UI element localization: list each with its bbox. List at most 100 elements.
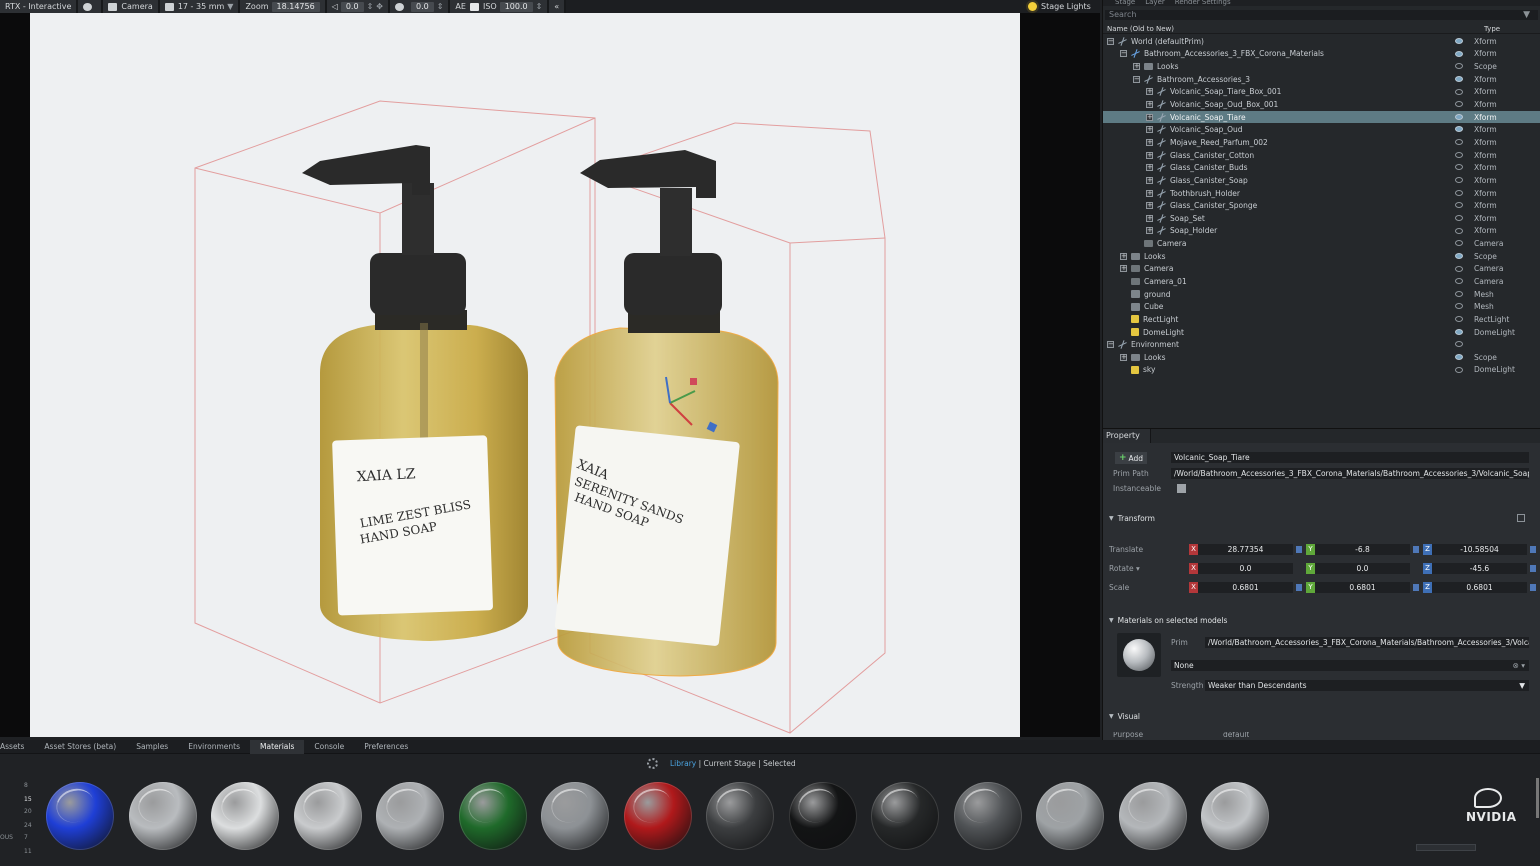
- angle-control[interactable]: ◁ 0.0 ⇕ ✥: [326, 0, 390, 13]
- material-thumbnail[interactable]: [706, 782, 774, 850]
- visibility-eye-icon[interactable]: [1455, 366, 1463, 373]
- filter-icon[interactable]: ▼: [1523, 10, 1530, 20]
- visibility-eye-icon[interactable]: [1455, 177, 1463, 184]
- filter-library[interactable]: Library: [670, 759, 696, 768]
- material-thumbnail[interactable]: [1201, 782, 1269, 850]
- filter-current-stage[interactable]: Current Stage: [704, 759, 756, 768]
- transform-section-header[interactable]: ▼ Transform: [1109, 514, 1155, 523]
- stage-tree-row[interactable]: ground Mesh: [1103, 288, 1540, 301]
- render-canvas[interactable]: XAIA LZ LIME ZEST BLISS HAND SOAP XAIA S…: [30, 13, 1020, 737]
- expand-toggle-icon[interactable]: +: [1120, 265, 1127, 273]
- lens-menu[interactable]: 17 - 35 mm ▼: [159, 0, 241, 13]
- tab-stage[interactable]: Stage: [1115, 0, 1135, 6]
- move-icon[interactable]: ✥: [376, 2, 383, 11]
- stage-tree-row[interactable]: + Glass_Canister_Sponge Xform: [1103, 199, 1540, 212]
- stage-tree-row[interactable]: + Looks Scope: [1103, 250, 1540, 263]
- scale-x-field[interactable]: 0.6801: [1198, 582, 1293, 593]
- tab-assets[interactable]: Assets: [0, 740, 34, 754]
- expand-toggle-icon[interactable]: +: [1146, 227, 1153, 235]
- aperture-control[interactable]: 0.0 ⇕: [389, 0, 451, 13]
- lock-icon[interactable]: [1530, 565, 1536, 572]
- camera-menu[interactable]: Camera: [103, 0, 160, 13]
- zoom-control[interactable]: Zoom 18.14756: [240, 0, 327, 13]
- stage-tree-row[interactable]: − Bathroom_Accessories_3 Xform: [1103, 73, 1540, 86]
- rotate-z-field[interactable]: -45.6: [1432, 563, 1527, 574]
- stepper-icon[interactable]: ⇕: [367, 2, 374, 11]
- stage-tree-row[interactable]: + Volcanic_Soap_Oud_Box_001 Xform: [1103, 98, 1540, 111]
- visibility-eye-icon[interactable]: [1455, 75, 1463, 82]
- visibility-eye-icon[interactable]: [1455, 227, 1463, 234]
- expand-toggle-icon[interactable]: +: [1146, 113, 1153, 121]
- material-thumbnail[interactable]: [541, 782, 609, 850]
- material-thumbnail[interactable]: [788, 782, 857, 850]
- rotate-x-field[interactable]: 0.0: [1198, 563, 1293, 574]
- stage-tree-row[interactable]: − World (defaultPrim) Xform: [1103, 35, 1540, 48]
- visual-section-header[interactable]: ▼ Visual: [1109, 712, 1140, 721]
- expand-toggle-icon[interactable]: +: [1146, 138, 1153, 146]
- tab-render-settings[interactable]: Render Settings: [1175, 0, 1231, 6]
- clear-dropdown-icon[interactable]: ⊗ ▾: [1513, 660, 1529, 671]
- stage-tree-row[interactable]: + Camera Camera: [1103, 263, 1540, 276]
- stage-tree-row[interactable]: + Soap_Holder Xform: [1103, 225, 1540, 238]
- translate-z-field[interactable]: -10.58504: [1432, 544, 1527, 555]
- material-thumbnail[interactable]: [1036, 782, 1104, 850]
- expand-toggle-icon[interactable]: +: [1146, 164, 1153, 172]
- tab-materials[interactable]: Materials: [250, 739, 305, 754]
- stepper-icon[interactable]: ⇕: [536, 2, 543, 11]
- stage-tree-row[interactable]: + Toothbrush_Holder Xform: [1103, 187, 1540, 200]
- rotate-label[interactable]: Rotate ▾: [1109, 564, 1189, 573]
- expand-toggle-icon[interactable]: +: [1146, 176, 1153, 184]
- visibility-eye-icon[interactable]: [1455, 214, 1463, 221]
- lock-icon[interactable]: [1413, 584, 1419, 591]
- stage-tree-row[interactable]: sky DomeLight: [1103, 364, 1540, 377]
- expand-toggle-icon[interactable]: +: [1120, 252, 1127, 260]
- translate-y-field[interactable]: -6.8: [1315, 544, 1410, 555]
- column-name-header[interactable]: Name (Old to New): [1107, 25, 1484, 33]
- expand-toggle-icon[interactable]: +: [1146, 151, 1153, 159]
- visibility-eye-icon[interactable]: [1455, 38, 1463, 44]
- visibility-eye-icon[interactable]: [1455, 88, 1463, 95]
- expand-toggle-icon[interactable]: +: [1120, 353, 1127, 361]
- stage-tree-row[interactable]: + Mojave_Reed_Parfum_002 Xform: [1103, 136, 1540, 149]
- rotate-y-field[interactable]: 0.0: [1315, 563, 1410, 574]
- lock-icon[interactable]: [1296, 546, 1302, 553]
- scale-z-field[interactable]: 0.6801: [1432, 582, 1527, 593]
- material-thumbnail[interactable]: [376, 782, 444, 850]
- expand-toggle-icon[interactable]: +: [1146, 126, 1153, 134]
- material-thumbnail[interactable]: [458, 782, 527, 850]
- tab-layer[interactable]: Layer: [1145, 0, 1165, 6]
- lock-icon[interactable]: [1413, 546, 1419, 553]
- material-thumbnail[interactable]: [46, 782, 114, 850]
- stage-tree-row[interactable]: + Volcanic_Soap_Oud Xform: [1103, 123, 1540, 136]
- renderer-menu[interactable]: RTX - Interactive: [0, 0, 79, 13]
- angle-field[interactable]: 0.0: [340, 1, 364, 12]
- stage-lights-toggle[interactable]: Stage Lights: [1022, 0, 1100, 13]
- column-type-header[interactable]: Type: [1484, 25, 1540, 33]
- expand-toggle-icon[interactable]: +: [1146, 202, 1153, 210]
- exposure-control[interactable]: AE ISO 100.0 ⇕: [450, 0, 550, 13]
- tab-asset-stores-beta[interactable]: Asset Stores (beta): [34, 740, 126, 754]
- tab-preferences[interactable]: Preferences: [354, 740, 418, 754]
- stage-tree-row[interactable]: + Volcanic_Soap_Tiare Xform: [1103, 110, 1540, 124]
- expand-toggle-icon[interactable]: +: [1146, 101, 1153, 109]
- stage-tree-row[interactable]: Cube Mesh: [1103, 300, 1540, 313]
- material-thumbnail[interactable]: [871, 782, 939, 850]
- ae-checkbox[interactable]: [469, 2, 479, 11]
- zoom-field[interactable]: 18.14756: [271, 1, 320, 12]
- material-thumbnail[interactable]: [953, 782, 1022, 850]
- material-thumbnail[interactable]: [128, 782, 197, 850]
- stage-tree-row[interactable]: RectLight RectLight: [1103, 313, 1540, 326]
- stage-tree-row[interactable]: + Looks Scope: [1103, 351, 1540, 364]
- visibility-menu[interactable]: [78, 0, 104, 13]
- collapse-toolbar-button[interactable]: «: [549, 0, 567, 13]
- viewport[interactable]: Stage Lights XAIA LZ LIME ZEST BLISS HAN…: [0, 0, 1100, 737]
- material-thumbnail[interactable]: [1118, 782, 1187, 850]
- aperture-field[interactable]: 0.0: [410, 1, 434, 12]
- material-strip-scrollbar[interactable]: [1536, 778, 1539, 818]
- collapse-toggle-icon[interactable]: −: [1133, 75, 1140, 83]
- stage-search-input[interactable]: Search ▼: [1105, 10, 1538, 20]
- visibility-eye-icon[interactable]: [1455, 290, 1463, 297]
- visibility-eye-icon[interactable]: [1455, 113, 1463, 120]
- filter-selected[interactable]: Selected: [763, 759, 796, 768]
- instanceable-checkbox[interactable]: [1177, 484, 1186, 493]
